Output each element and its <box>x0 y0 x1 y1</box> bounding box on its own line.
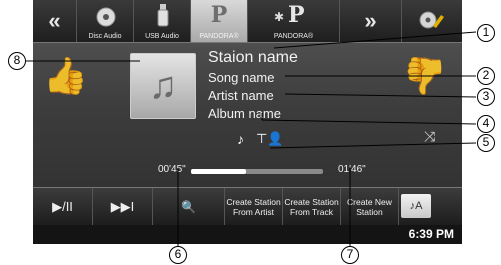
leader-5 <box>269 142 477 149</box>
callout-7: 7 <box>341 246 359 264</box>
leader-3 <box>284 93 477 98</box>
callout-6: 6 <box>169 246 187 264</box>
callout-3: 3 <box>477 88 495 106</box>
callout-1: 1 <box>477 24 495 42</box>
callout-lines <box>26 31 477 246</box>
callout-2: 2 <box>477 67 495 85</box>
callout-5: 5 <box>477 134 495 152</box>
leader-4b <box>261 119 477 125</box>
leader-1 <box>273 31 477 49</box>
callout-4: 4 <box>477 115 495 133</box>
callout-8: 8 <box>8 52 26 70</box>
